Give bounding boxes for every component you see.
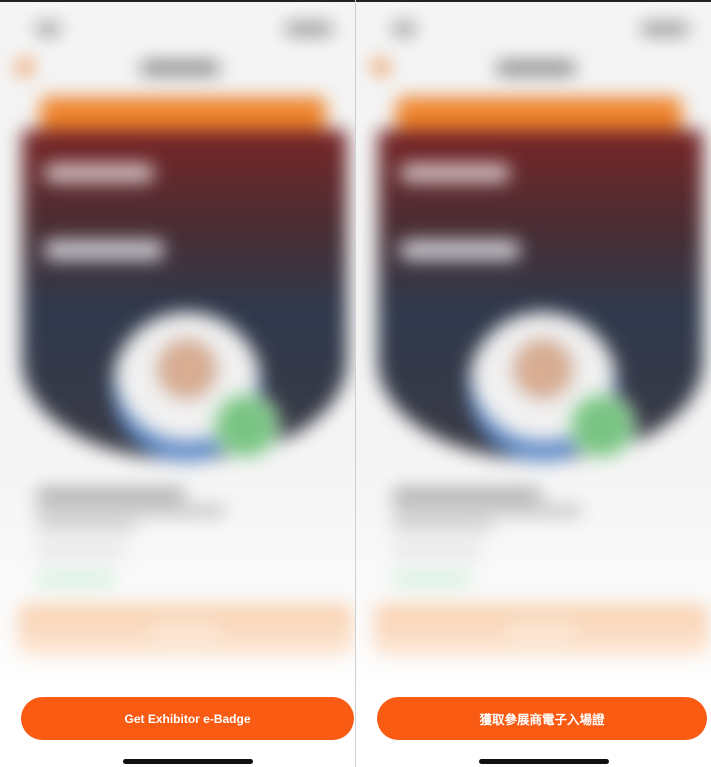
badge-event-name [400, 164, 510, 182]
home-indicator [479, 759, 609, 764]
status-icons [285, 24, 333, 34]
fade-overlay [356, 452, 711, 682]
back-arrow-icon [18, 60, 32, 74]
badge-header [40, 97, 326, 133]
badge-header [396, 97, 682, 133]
home-indicator [123, 759, 253, 764]
badge-event-name [44, 164, 154, 182]
get-exhibitor-ebadge-button-zh[interactable]: 獲取參展商電子入場證 [377, 697, 707, 740]
screen-chinese: 獲取參展商電子入場證 [356, 2, 711, 767]
status-time [36, 24, 60, 34]
nav-title [140, 62, 220, 74]
status-bar [0, 2, 355, 52]
status-time [392, 24, 416, 34]
back-arrow-icon [374, 60, 388, 74]
nav-title [496, 62, 576, 74]
screen-english: Get Exhibitor e-Badge [0, 2, 355, 767]
badge-event-name-2 [44, 240, 164, 260]
status-bar [356, 2, 711, 52]
badge-event-name-2 [400, 240, 520, 260]
status-icons [641, 24, 689, 34]
verified-check-icon [568, 392, 636, 460]
get-exhibitor-ebadge-button[interactable]: Get Exhibitor e-Badge [21, 697, 354, 740]
verified-check-icon [212, 392, 280, 460]
fade-overlay [0, 452, 355, 682]
